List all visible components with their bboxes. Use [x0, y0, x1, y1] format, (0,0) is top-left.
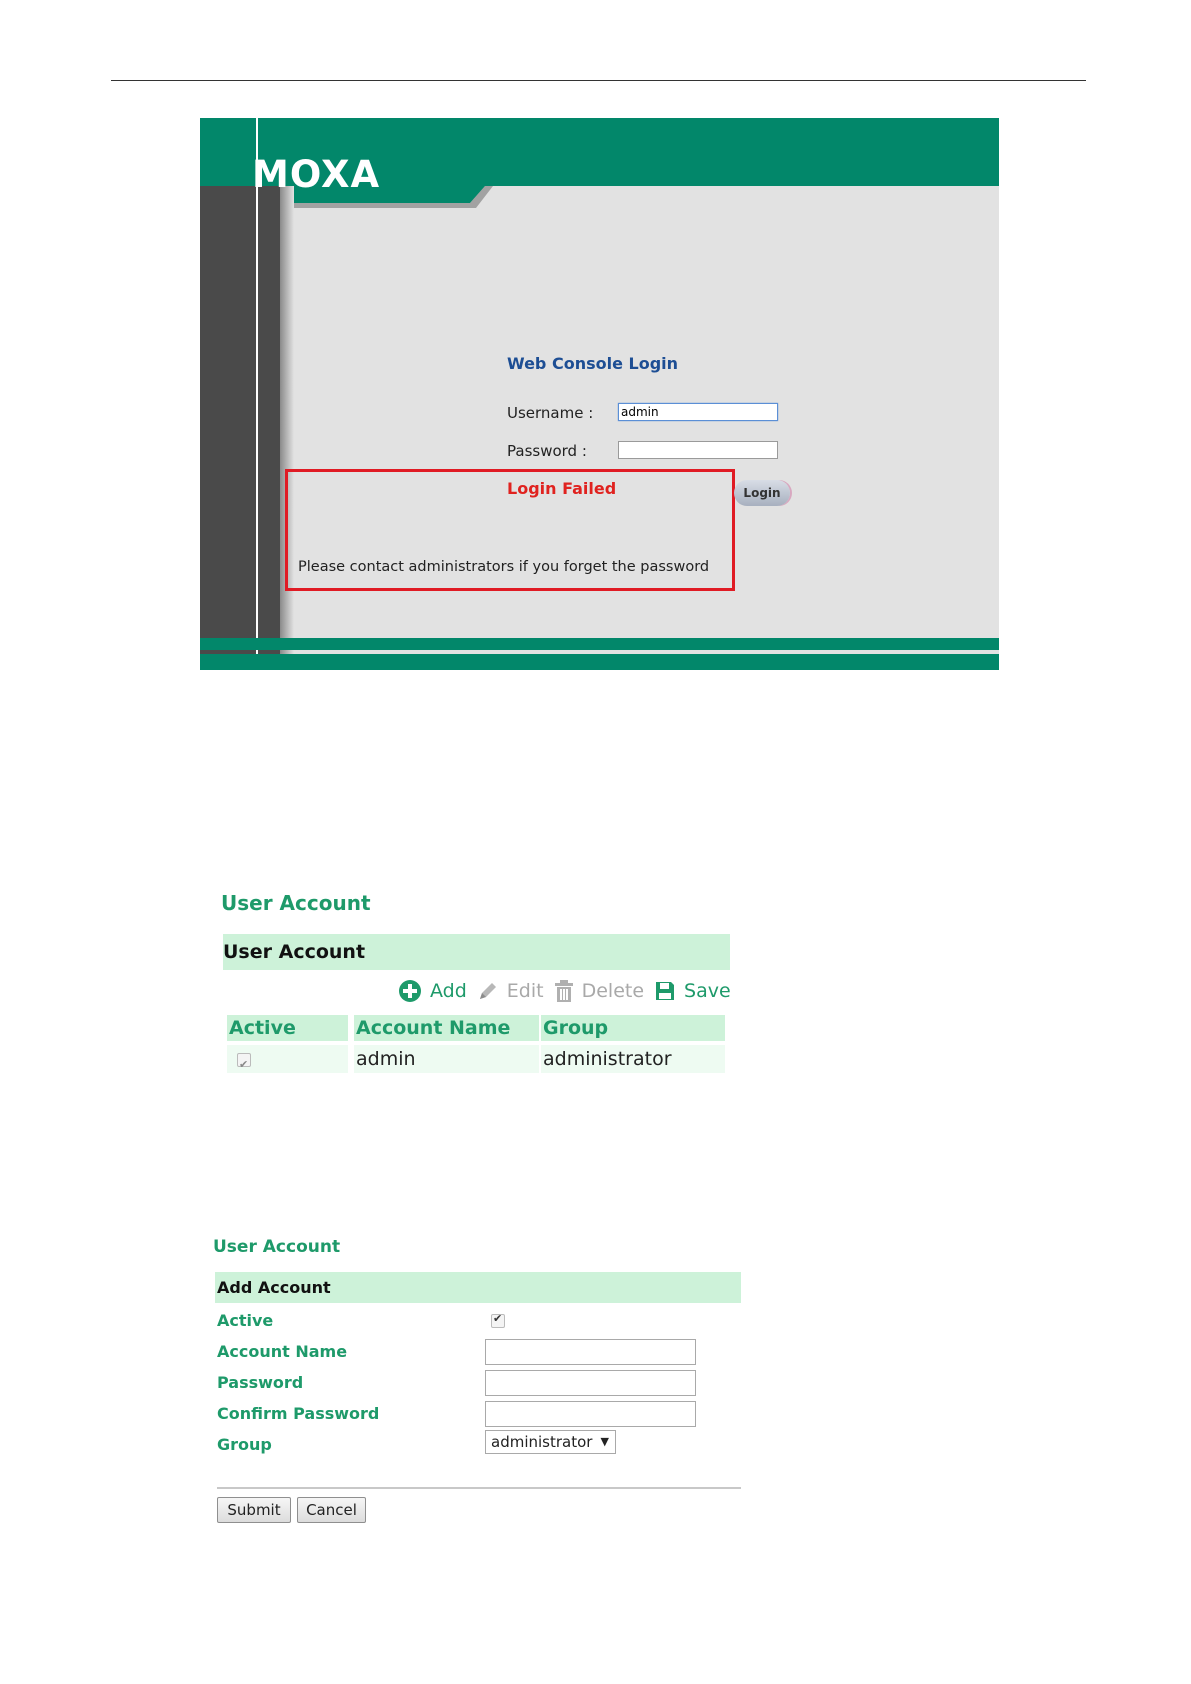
plus-circle-icon: [398, 979, 422, 1003]
login-sidebar-shadow: [280, 186, 294, 670]
confirm-password-input[interactable]: [485, 1401, 696, 1427]
add-account-page-heading: User Account: [213, 1237, 341, 1257]
add-account-panel-title: Add Account: [215, 1272, 741, 1303]
delete-label: Delete: [581, 980, 645, 1002]
save-label: Save: [684, 980, 731, 1002]
dropdown-arrow-icon: ▼: [600, 1435, 609, 1448]
login-failed-message: Login Failed: [507, 479, 617, 498]
table-row-group: administrator: [541, 1045, 725, 1073]
add-label: Add: [430, 980, 467, 1002]
delete-button[interactable]: Delete: [554, 979, 644, 1003]
password-label: Password :: [507, 442, 587, 460]
user-account-panel-title: User Account: [223, 934, 730, 970]
column-header-active[interactable]: Active: [227, 1015, 348, 1041]
edit-button[interactable]: Edit: [477, 980, 544, 1002]
page-top-rule: [111, 80, 1086, 81]
login-sidebar: [200, 186, 280, 670]
column-header-account-name[interactable]: Account Name: [354, 1015, 539, 1041]
login-footer-band-lower: [200, 654, 999, 670]
password-input[interactable]: [618, 441, 778, 459]
submit-button[interactable]: Submit: [217, 1497, 291, 1523]
active-label: Active: [217, 1311, 274, 1330]
password-input-add[interactable]: [485, 1370, 696, 1396]
form-divider: [217, 1487, 741, 1489]
username-input[interactable]: admin: [618, 403, 778, 421]
active-checkbox[interactable]: [237, 1051, 251, 1079]
column-header-group[interactable]: Group: [541, 1015, 725, 1041]
edit-label: Edit: [506, 980, 544, 1002]
group-label: Group: [217, 1435, 272, 1454]
save-button[interactable]: Save: [654, 980, 731, 1002]
moxa-logo: MOXA: [252, 156, 380, 194]
confirm-password-label: Confirm Password: [217, 1404, 380, 1423]
group-select-value: administrator: [491, 1433, 593, 1451]
table-row-active-cell: [227, 1045, 348, 1079]
floppy-disk-icon: [654, 980, 676, 1002]
cancel-button[interactable]: Cancel: [297, 1497, 366, 1523]
login-vertical-line: [256, 118, 258, 670]
active-checkbox-add[interactable]: [491, 1312, 505, 1328]
pencil-icon: [477, 980, 499, 1002]
user-account-heading: User Account: [221, 891, 371, 915]
account-name-input[interactable]: [485, 1339, 696, 1365]
table-row-account-name[interactable]: admin: [354, 1045, 539, 1073]
account-name-label: Account Name: [217, 1342, 348, 1361]
svg-text:MOXA: MOXA: [252, 156, 380, 194]
trash-icon: [554, 979, 574, 1003]
login-footer-band: [200, 638, 999, 650]
login-button[interactable]: Login: [734, 480, 790, 506]
login-screenshot: MOXA Web Console Login Username : admin …: [200, 118, 999, 670]
account-toolbar: Add Edit Delete Save: [398, 978, 741, 1004]
forgot-password-hint: Please contact administrators if you for…: [298, 559, 710, 575]
password-label-add: Password: [217, 1373, 304, 1392]
username-label: Username :: [507, 404, 594, 422]
add-button[interactable]: Add: [398, 979, 467, 1003]
group-select[interactable]: administrator ▼: [485, 1430, 616, 1454]
web-console-login-title: Web Console Login: [507, 354, 679, 373]
